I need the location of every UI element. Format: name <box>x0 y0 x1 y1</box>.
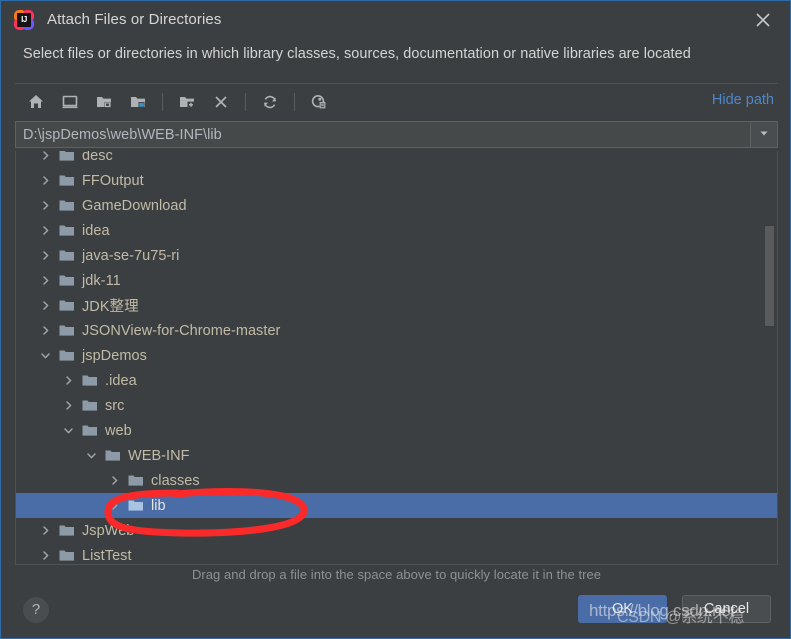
chevron-right-icon[interactable] <box>38 299 52 313</box>
refresh-icon[interactable] <box>255 87 285 117</box>
module-folder-icon[interactable] <box>123 87 153 117</box>
chevron-down-icon <box>758 126 770 144</box>
tree-row[interactable]: .idea <box>16 368 777 393</box>
desktop-icon[interactable] <box>55 87 85 117</box>
tree-row[interactable]: classes <box>16 468 777 493</box>
folder-icon <box>59 274 75 288</box>
cancel-button[interactable]: Cancel <box>682 595 771 623</box>
new-folder-icon[interactable] <box>172 87 202 117</box>
tree-row-label: java-se-7u75-ri <box>82 247 180 264</box>
tree-row[interactable]: web <box>16 418 777 443</box>
window-title: Attach Files or Directories <box>47 11 222 28</box>
folder-icon <box>128 474 144 488</box>
title-bar: IJ Attach Files or Directories <box>1 1 790 38</box>
tree-row-label: GameDownload <box>82 197 187 214</box>
tree-row-label: FFOutput <box>82 172 144 189</box>
directory-tree-panel[interactable]: desc FFOutput GameDownload idea java-se-7u75… <box>15 151 778 565</box>
ok-button[interactable]: OK <box>578 595 667 623</box>
delete-icon[interactable] <box>206 87 236 117</box>
tree-row[interactable]: GameDownload <box>16 193 777 218</box>
directory-tree: desc FFOutput GameDownload idea java-se-7u75… <box>16 151 777 564</box>
toolbar-separator-3 <box>294 93 295 111</box>
chevron-right-icon[interactable] <box>61 374 75 388</box>
chevron-down-icon[interactable] <box>61 424 75 438</box>
close-icon[interactable] <box>750 7 776 33</box>
toolbar-separator-2 <box>245 93 246 111</box>
chevron-right-icon[interactable] <box>38 224 52 238</box>
file-chooser-toolbar <box>21 86 338 118</box>
tree-row-label: desc <box>82 151 113 164</box>
help-button[interactable]: ? <box>23 597 49 623</box>
folder-icon <box>59 324 75 338</box>
chevron-down-icon[interactable] <box>84 449 98 463</box>
tree-row-label: classes <box>151 472 200 489</box>
tree-row[interactable]: lib <box>16 493 777 518</box>
tree-row[interactable]: java-se-7u75-ri <box>16 243 777 268</box>
tree-row[interactable]: jspDemos <box>16 343 777 368</box>
tree-row[interactable]: JSONView-for-Chrome-master <box>16 318 777 343</box>
tree-row-label: jspDemos <box>82 347 147 364</box>
tree-row[interactable]: desc <box>16 151 777 168</box>
home-icon[interactable] <box>21 87 51 117</box>
tree-row[interactable]: FFOutput <box>16 168 777 193</box>
chevron-right-icon[interactable] <box>38 549 52 563</box>
chevron-right-icon[interactable] <box>38 524 52 538</box>
tree-row-label: JspWeb <box>82 522 135 539</box>
chevron-right-icon[interactable] <box>38 174 52 188</box>
tree-row-label: idea <box>82 222 110 239</box>
chevron-right-icon[interactable] <box>38 151 52 163</box>
tree-row-label: JDK整理 <box>82 299 139 315</box>
tree-row[interactable]: JspWeb <box>16 518 777 543</box>
tree-row-label: JSONView-for-Chrome-master <box>82 322 281 339</box>
chevron-right-icon[interactable] <box>107 499 121 513</box>
path-row <box>15 121 778 148</box>
hide-path-link[interactable]: Hide path <box>712 92 774 108</box>
chevron-right-icon[interactable] <box>38 199 52 213</box>
folder-icon <box>59 151 75 163</box>
tree-row-label: src <box>105 397 125 414</box>
tree-row-label: web <box>105 422 132 439</box>
tree-row-label: .idea <box>105 372 137 389</box>
folder-icon <box>105 449 121 463</box>
path-input[interactable] <box>15 121 750 148</box>
folder-icon <box>59 224 75 238</box>
drag-drop-hint: Drag and drop a file into the space abov… <box>191 567 602 582</box>
attach-files-dialog: IJ Attach Files or Directories Select fi… <box>0 0 791 639</box>
chevron-right-icon[interactable] <box>38 274 52 288</box>
toolbar-divider <box>15 83 778 84</box>
show-hidden-files-icon[interactable] <box>304 87 334 117</box>
tree-row-label: WEB-INF <box>128 447 190 464</box>
folder-icon <box>82 424 98 438</box>
folder-icon <box>59 349 75 363</box>
toolbar-separator-1 <box>162 93 163 111</box>
tree-row-label: jdk-11 <box>82 272 121 289</box>
tree-row[interactable]: ListTest <box>16 543 777 564</box>
tree-row-label: lib <box>151 497 166 514</box>
tree-row[interactable]: src <box>16 393 777 418</box>
dialog-subtitle: Select files or directories in which lib… <box>23 46 691 62</box>
vertical-scrollbar[interactable] <box>765 226 774 326</box>
folder-icon <box>128 499 144 513</box>
chevron-right-icon[interactable] <box>107 474 121 488</box>
chevron-down-icon[interactable] <box>38 349 52 363</box>
folder-icon <box>59 174 75 188</box>
folder-icon <box>82 399 98 413</box>
chevron-right-icon[interactable] <box>61 399 75 413</box>
chevron-right-icon[interactable] <box>38 249 52 263</box>
path-dropdown-button[interactable] <box>750 121 778 148</box>
tree-row-label: ListTest <box>82 547 132 564</box>
folder-icon <box>59 249 75 263</box>
folder-icon <box>59 524 75 538</box>
chevron-right-icon[interactable] <box>38 324 52 338</box>
intellij-idea-icon: IJ <box>14 9 34 30</box>
folder-icon <box>82 374 98 388</box>
tree-row[interactable]: WEB-INF <box>16 443 777 468</box>
tree-row[interactable]: jdk-11 <box>16 268 777 293</box>
folder-icon <box>59 199 75 213</box>
folder-icon <box>59 549 75 563</box>
tree-row[interactable]: JDK整理 <box>16 293 777 318</box>
tree-row[interactable]: idea <box>16 218 777 243</box>
folder-icon <box>59 299 75 313</box>
project-folder-icon[interactable] <box>89 87 119 117</box>
